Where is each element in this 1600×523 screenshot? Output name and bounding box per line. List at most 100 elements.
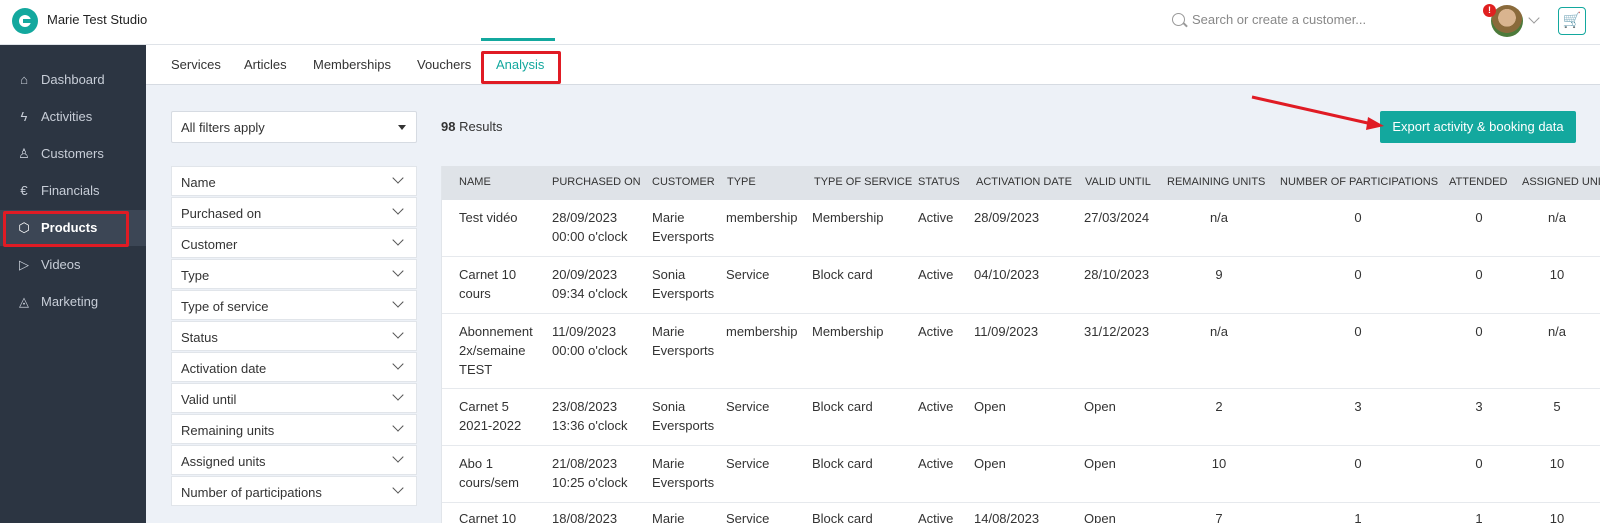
cell-activation: 28/09/2023 xyxy=(974,210,1040,225)
tab-vouchers[interactable]: Vouchers xyxy=(417,57,471,72)
sidebar-item-videos[interactable]: ▷ Videos xyxy=(0,247,146,283)
cell-customer: Marie Eversports xyxy=(652,210,715,244)
column-header[interactable]: REMAINING UNITS xyxy=(1167,176,1265,188)
megaphone-icon: ◬ xyxy=(19,294,29,309)
column-header[interactable]: TYPE xyxy=(727,176,756,188)
chevron-down-icon xyxy=(392,296,404,308)
cell-service: Block card xyxy=(812,456,873,471)
tab-services[interactable]: Services xyxy=(171,57,221,72)
top-bar: Marie Test Studio Search or create a cus… xyxy=(0,0,1600,45)
cell-assigned: 10 xyxy=(1549,456,1565,471)
column-header[interactable]: NUMBER OF PARTICIPATIONS xyxy=(1280,176,1438,188)
cell-attended: 1 xyxy=(1475,511,1483,523)
export-button[interactable]: Export activity & booking data xyxy=(1380,111,1576,143)
column-header[interactable]: NAME xyxy=(459,176,491,188)
column-header[interactable]: TYPE OF SERVICE xyxy=(814,176,912,188)
table-row[interactable]: Carnet 10 18/08/2023 Marie Service Block… xyxy=(442,503,1600,523)
tab-analysis[interactable]: Analysis xyxy=(496,57,544,72)
cart-icon[interactable]: 🛒 xyxy=(1558,7,1586,35)
tab-memberships[interactable]: Memberships xyxy=(313,57,391,72)
eversports-logo-icon[interactable] xyxy=(12,8,38,34)
sidebar-item-marketing[interactable]: ◬ Marketing xyxy=(0,284,146,320)
user-icon: ♙ xyxy=(18,146,30,161)
table-row[interactable]: Carnet 10 cours 20/09/2023 09:34 o'clock… xyxy=(442,257,1600,314)
cell-name: Carnet 5 2021-2022 xyxy=(459,399,522,433)
sidebar-item-customers[interactable]: ♙ Customers xyxy=(0,136,146,172)
results-number: 98 xyxy=(441,119,456,134)
cell-activation: Open xyxy=(974,456,1006,471)
cell-status: Active xyxy=(918,456,954,471)
table-row[interactable]: Abonnement 2x/semaine TEST 11/09/2023 00… xyxy=(442,314,1600,389)
column-header[interactable]: ACTIVATION DATE xyxy=(976,176,1072,188)
cell-service: Membership xyxy=(812,210,884,225)
cell-assigned: 10 xyxy=(1549,511,1565,523)
cell-attended: 0 xyxy=(1475,324,1483,339)
cell-participations: 0 xyxy=(1354,210,1362,225)
cell-status: Active xyxy=(918,511,954,523)
filter-label: Type of service xyxy=(181,299,269,314)
table-row[interactable]: Test vidéo 28/09/2023 00:00 o'clock Mari… xyxy=(442,200,1600,257)
chevron-down-icon xyxy=(392,420,404,432)
filter-mode-select[interactable]: All filters apply xyxy=(171,111,417,143)
caret-down-icon xyxy=(398,125,406,130)
cell-customer: Sonia Eversports xyxy=(652,399,715,433)
table-row[interactable]: Abo 1 cours/sem 21/08/2023 10:25 o'clock… xyxy=(442,446,1600,503)
search-input[interactable]: Search or create a customer... xyxy=(1192,12,1366,27)
filter-valid-until[interactable]: Valid until xyxy=(171,383,417,413)
chevron-down-icon xyxy=(392,358,404,370)
filter-number-of-participations[interactable]: Number of participations xyxy=(171,476,417,506)
cell-remaining: n/a xyxy=(1209,210,1229,225)
filter-label: Name xyxy=(181,175,216,190)
column-header[interactable]: STATUS xyxy=(918,176,960,188)
table-row[interactable]: Carnet 5 2021-2022 23/08/2023 13:36 o'cl… xyxy=(442,389,1600,446)
cell-name: Carnet 10 cours xyxy=(459,267,517,301)
filter-type[interactable]: Type xyxy=(171,259,417,289)
play-icon: ▷ xyxy=(19,257,29,272)
column-header[interactable]: ASSIGNED UNITS xyxy=(1522,176,1600,188)
filter-name[interactable]: Name xyxy=(171,166,417,196)
filter-label: Customer xyxy=(181,237,238,252)
notification-badge: ! xyxy=(1483,4,1496,17)
column-header[interactable]: PURCHASED ON xyxy=(552,176,641,188)
filter-remaining-units[interactable]: Remaining units xyxy=(171,414,417,444)
filter-type-of-service[interactable]: Type of service xyxy=(171,290,417,320)
sidebar-item-financials[interactable]: € Financials xyxy=(0,173,146,209)
sidebar-item-label: Dashboard xyxy=(41,72,105,87)
cell-service: Block card xyxy=(812,399,873,414)
filter-customer[interactable]: Customer xyxy=(171,228,417,258)
cell-remaining: 9 xyxy=(1215,267,1223,282)
cell-attended: 0 xyxy=(1475,210,1483,225)
cell-status: Active xyxy=(918,210,954,225)
filter-purchased-on[interactable]: Purchased on xyxy=(171,197,417,227)
cell-name: Test vidéo xyxy=(459,210,518,225)
column-header[interactable]: VALID UNTIL xyxy=(1085,176,1151,188)
column-header[interactable]: ATTENDED xyxy=(1449,176,1507,188)
sidebar-item-activities[interactable]: ϟ Activities xyxy=(0,99,146,135)
chevron-down-icon xyxy=(392,389,404,401)
filter-label: Status xyxy=(181,330,218,345)
cell-assigned: n/a xyxy=(1547,210,1567,225)
sidebar-item-label: Customers xyxy=(41,146,104,161)
chevron-down-icon[interactable] xyxy=(1528,12,1540,24)
customer-search[interactable]: Search or create a customer... xyxy=(1172,11,1422,33)
cell-name: Carnet 10 xyxy=(459,511,517,523)
cell-customer: Marie Eversports xyxy=(652,324,715,358)
tab-articles[interactable]: Articles xyxy=(244,57,287,72)
filter-assigned-units[interactable]: Assigned units xyxy=(171,445,417,475)
column-header[interactable]: CUSTOMER xyxy=(652,176,715,188)
cell-participations: 0 xyxy=(1354,324,1362,339)
table-header: NAME PURCHASED ON CUSTOMER TYPE TYPE OF … xyxy=(442,166,1600,200)
filter-status[interactable]: Status xyxy=(171,321,417,351)
cell-valid: 27/03/2024 xyxy=(1084,210,1150,225)
sidebar-item-dashboard[interactable]: ⌂ Dashboard xyxy=(0,62,146,98)
cell-remaining: 7 xyxy=(1215,511,1223,523)
filter-activation-date[interactable]: Activation date xyxy=(171,352,417,382)
sidebar-item-products[interactable]: ⬡ Products xyxy=(0,210,146,246)
cell-service: Block card xyxy=(812,267,873,282)
filter-label: Activation date xyxy=(181,361,267,376)
analysis-table: NAME PURCHASED ON CUSTOMER TYPE TYPE OF … xyxy=(441,166,1600,523)
cell-remaining: n/a xyxy=(1209,324,1229,339)
cell-status: Active xyxy=(918,267,954,282)
cell-activation: 14/08/2023 xyxy=(974,511,1040,523)
sidebar-item-label: Activities xyxy=(41,109,93,124)
